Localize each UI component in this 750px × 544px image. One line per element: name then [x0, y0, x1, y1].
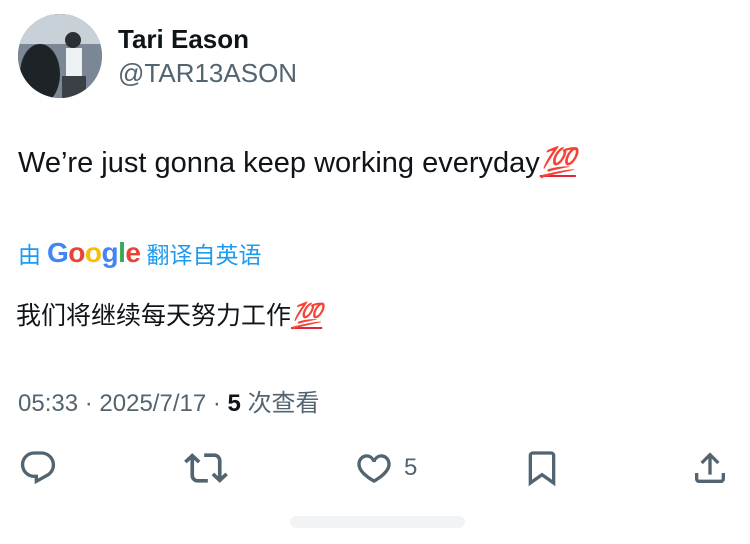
tweet-text: We’re just gonna keep working everyday💯: [18, 146, 576, 180]
profile-photo: [18, 14, 102, 98]
views-label: 次查看: [247, 390, 320, 417]
tweet-meta: 05:33 · 2025/7/17 · 5 次查看: [18, 383, 320, 418]
meta-separator: ·: [84, 390, 93, 417]
like-button[interactable]: 5: [354, 444, 417, 492]
translated-body: 我们将继续每天努力工作: [16, 302, 292, 330]
tweet-time[interactable]: 05:33: [18, 390, 78, 417]
retweet-icon: [184, 453, 228, 483]
hundred-points-emoji: 💯: [539, 147, 576, 179]
reply-button[interactable]: [18, 444, 58, 492]
translation-prefix: 由: [18, 242, 41, 268]
meta-separator: ·: [212, 390, 221, 417]
avatar[interactable]: [18, 14, 102, 98]
translation-attribution[interactable]: 由 Google 翻译自英语: [18, 236, 261, 270]
share-button[interactable]: [690, 444, 730, 492]
views-count: 5: [227, 390, 241, 417]
reply-icon: [20, 451, 56, 485]
share-icon: [695, 452, 725, 483]
translated-text: 我们将继续每天努力工作💯: [16, 296, 322, 332]
heart-icon: [357, 454, 391, 483]
tweet-date[interactable]: 2025/7/17: [99, 390, 206, 417]
translation-suffix: 翻译自英语: [146, 242, 262, 268]
author-name[interactable]: Tari Eason: [118, 24, 249, 55]
retweet-button[interactable]: [184, 444, 228, 492]
tweet-body: We’re just gonna keep working everyday: [18, 147, 540, 179]
horizontal-scroll-indicator[interactable]: [290, 516, 465, 528]
like-count: 5: [404, 454, 418, 481]
action-bar: 5: [0, 444, 750, 492]
hundred-points-emoji: 💯: [291, 302, 323, 330]
google-logo: Google: [47, 237, 141, 268]
author-handle[interactable]: @TAR13ASON: [118, 58, 297, 89]
bookmark-button[interactable]: [522, 444, 562, 492]
bookmark-icon: [528, 451, 556, 487]
